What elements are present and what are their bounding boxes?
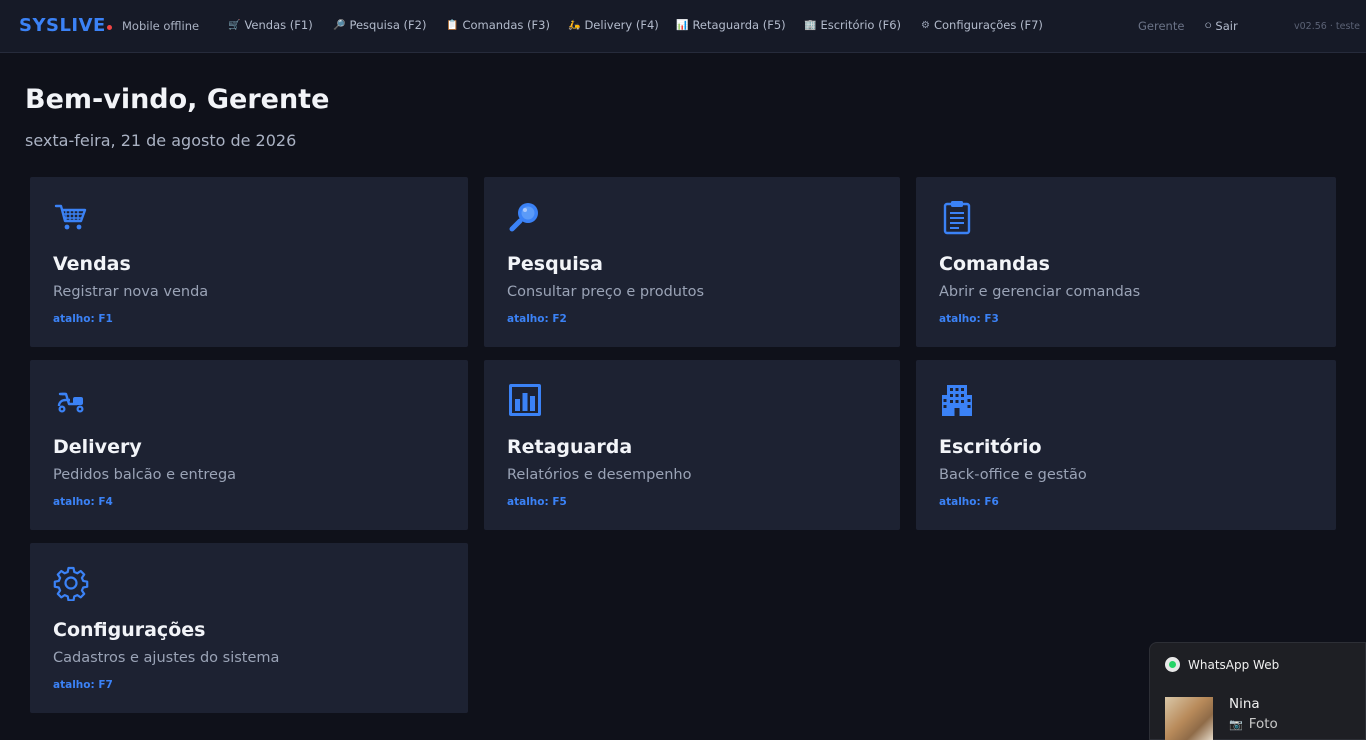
cart-icon: 🛒 — [228, 19, 241, 31]
nav-delivery-label: Delivery (F4) — [584, 18, 659, 32]
nav-configuracoes[interactable]: ⚙ Configurações (F7) — [921, 18, 1043, 32]
search-icon — [509, 203, 538, 232]
card-description: Registrar nova venda — [53, 284, 209, 300]
nav-comandas-label: Comandas (F3) — [462, 18, 550, 32]
current-date: sexta-feira, 21 de agosto de 2026 — [25, 131, 297, 150]
card-description: Relatórios e desempenho — [507, 467, 692, 483]
card-title: Vendas — [53, 253, 131, 275]
card-shortcut: atalho: F5 — [507, 496, 567, 508]
logout-button[interactable]: ⭘ Sair — [1205, 19, 1238, 33]
card-shortcut: atalho: F3 — [939, 313, 999, 325]
nav-retaguarda-label: Retaguarda (F5) — [692, 18, 786, 32]
notification-app-name: WhatsApp Web — [1188, 658, 1280, 672]
nav-configuracoes-label: Configurações (F7) — [933, 18, 1043, 32]
camera-icon: 📷 — [1229, 717, 1243, 731]
version-label: v02.56 · teste — [1294, 21, 1360, 32]
notification-message: 📷 Foto — [1229, 716, 1278, 732]
nav-vendas[interactable]: 🛒 Vendas (F1) — [228, 18, 313, 32]
card-shortcut: atalho: F2 — [507, 313, 567, 325]
nav-vendas-label: Vendas (F1) — [244, 18, 313, 32]
nav-escritorio[interactable]: 🏢 Escritório (F6) — [804, 18, 901, 32]
nav-pesquisa-label: Pesquisa (F2) — [349, 18, 427, 32]
page-title: Bem-vindo, Gerente — [25, 84, 330, 115]
card-title: Retaguarda — [507, 436, 633, 458]
clipboard-icon: 📋 — [446, 19, 459, 31]
current-user: Gerente — [1138, 19, 1185, 33]
nav-comandas[interactable]: 📋 Comandas (F3) — [446, 18, 550, 32]
cart-icon — [54, 204, 87, 230]
avatar — [1165, 697, 1213, 740]
building-icon — [942, 385, 972, 416]
card-description: Consultar preço e produtos — [507, 284, 705, 300]
card-shortcut: atalho: F7 — [53, 679, 113, 691]
scooter-icon — [57, 392, 84, 413]
card-description: Cadastros e ajustes do sistema — [53, 650, 280, 666]
building-icon: 🏢 — [804, 19, 817, 31]
whatsapp-notification[interactable]: WhatsApp Web Nina 📷 Foto — [1149, 642, 1366, 740]
clipboard-icon — [943, 201, 971, 235]
connection-status: Mobile offline — [122, 19, 200, 33]
card-title: Delivery — [53, 436, 142, 458]
gear-icon: ⚙ — [921, 19, 930, 31]
notification-message-text: Foto — [1248, 716, 1278, 732]
card-title: Comandas — [939, 253, 1050, 275]
card-title: Pesquisa — [507, 253, 603, 275]
whatsapp-icon — [1165, 657, 1180, 672]
offline-status-dot — [107, 25, 112, 30]
card-shortcut: atalho: F6 — [939, 496, 999, 508]
nav-retaguarda[interactable]: 📊 Retaguarda (F5) — [676, 18, 786, 32]
scooter-icon: 🛵 — [568, 19, 581, 31]
card-shortcut: atalho: F4 — [53, 496, 113, 508]
search-icon: 🔎 — [333, 19, 346, 31]
logout-label: Sair — [1215, 19, 1238, 33]
nav-delivery[interactable]: 🛵 Delivery (F4) — [568, 18, 659, 32]
power-icon: ⭘ — [1205, 21, 1212, 30]
card-title: Escritório — [939, 436, 1042, 458]
card-vendas[interactable]: Vendas Registrar nova venda atalho: F1 — [30, 177, 468, 347]
card-delivery[interactable]: Delivery Pedidos balcão e entrega atalho… — [30, 360, 468, 530]
card-escritorio[interactable]: Escritório Back-office e gestão atalho: … — [916, 360, 1336, 530]
chart-icon: 📊 — [676, 19, 689, 31]
brand-logo[interactable]: SYSLIVE — [19, 15, 106, 36]
chart-icon — [509, 384, 541, 416]
nav-pesquisa[interactable]: 🔎 Pesquisa (F2) — [333, 18, 426, 32]
nav-escritorio-label: Escritório (F6) — [820, 18, 902, 32]
card-title: Configurações — [53, 619, 206, 641]
notification-sender: Nina — [1229, 696, 1260, 712]
card-retaguarda[interactable]: Retaguarda Relatórios e desempenho atalh… — [484, 360, 900, 530]
card-pesquisa[interactable]: Pesquisa Consultar preço e produtos atal… — [484, 177, 900, 347]
card-description: Pedidos balcão e entrega — [53, 467, 237, 483]
card-description: Abrir e gerenciar comandas — [939, 284, 1141, 300]
card-shortcut: atalho: F1 — [53, 313, 113, 325]
gear-icon — [53, 566, 89, 601]
card-description: Back-office e gestão — [939, 467, 1087, 483]
card-configuracoes[interactable]: Configurações Cadastros e ajustes do sis… — [30, 543, 468, 713]
card-comandas[interactable]: Comandas Abrir e gerenciar comandas atal… — [916, 177, 1336, 347]
top-navigation-bar: SYSLIVE Mobile offline 🛒 Vendas (F1) 🔎 P… — [0, 0, 1366, 53]
